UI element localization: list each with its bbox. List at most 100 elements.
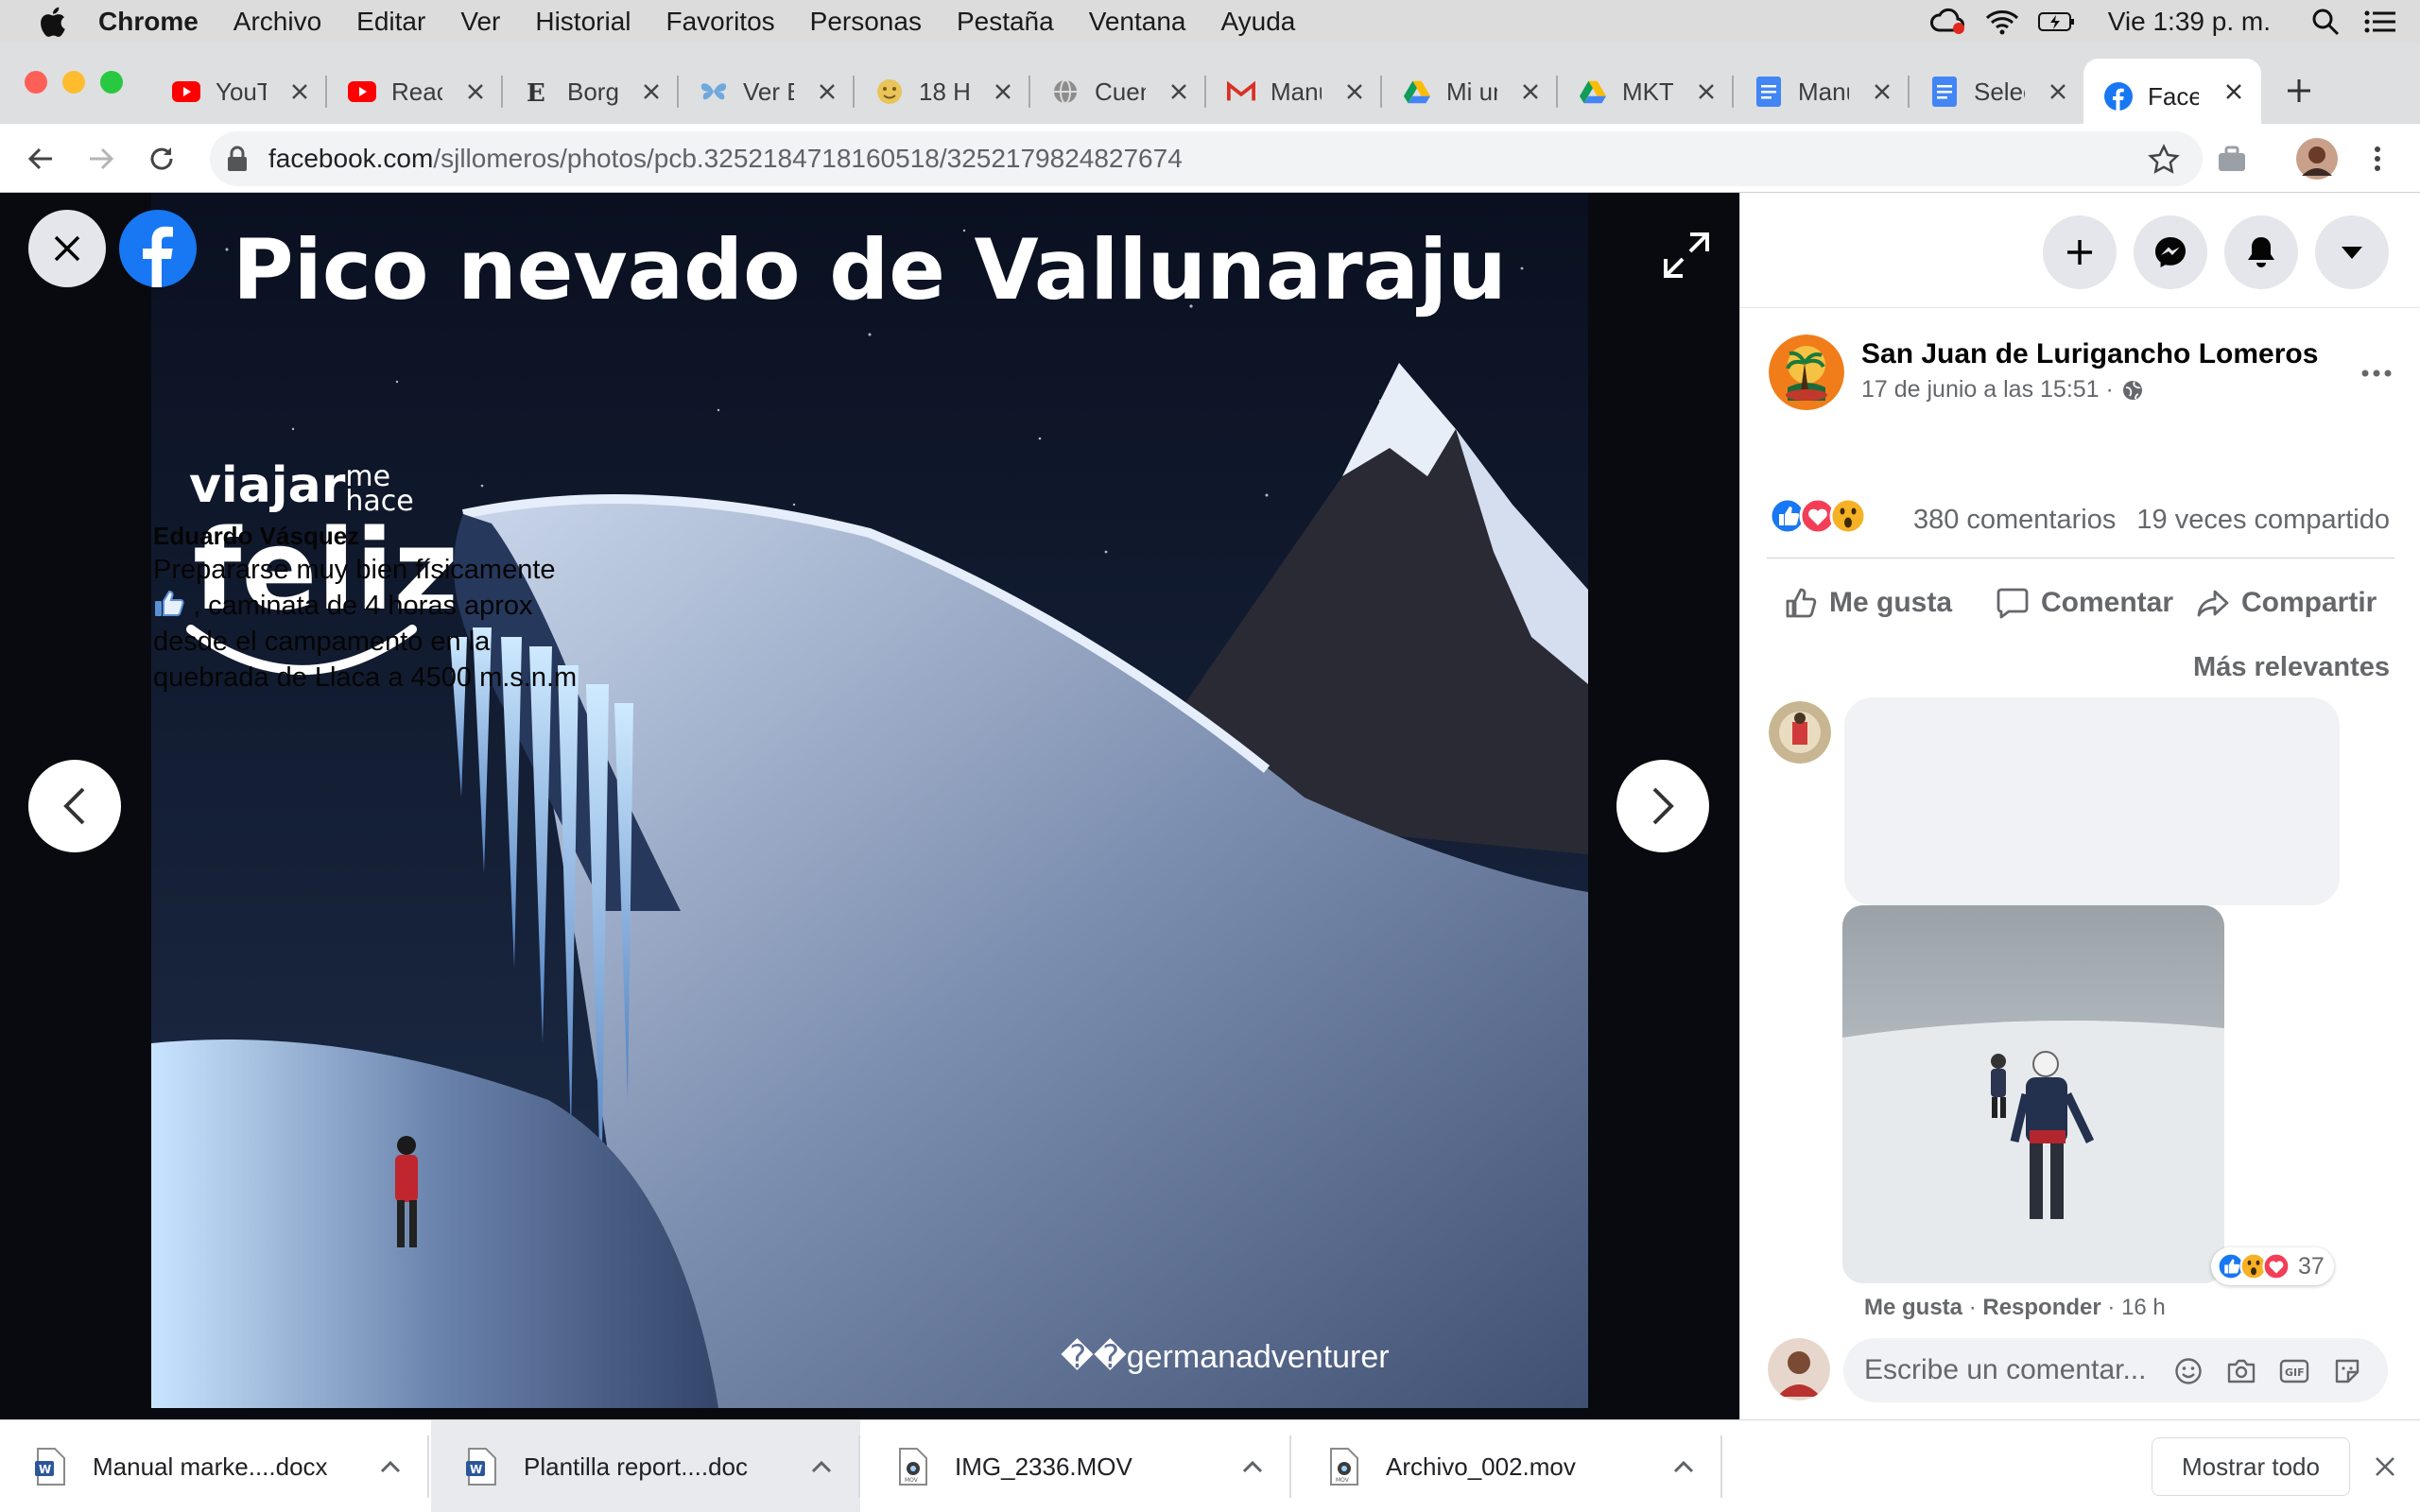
- menu-historial[interactable]: Historial: [535, 7, 631, 37]
- tab-close-icon[interactable]: [1516, 77, 1545, 106]
- tab-close-icon[interactable]: [989, 77, 1017, 106]
- menu-archivo[interactable]: Archivo: [233, 7, 321, 37]
- download-item[interactable]: W Plantilla report....doc: [431, 1420, 860, 1512]
- tab-gmail[interactable]: Manu: [1206, 59, 1382, 125]
- commenter-name-link[interactable]: Eduardo Vásquez: [153, 522, 359, 551]
- chevron-up-icon[interactable]: [1238, 1452, 1267, 1481]
- close-viewer-button[interactable]: [28, 210, 106, 287]
- menu-clock[interactable]: Vie 1:39 p. m.: [2108, 7, 2271, 37]
- bookmark-star-icon[interactable]: [2148, 144, 2180, 176]
- post-options-icon[interactable]: [2353, 350, 2400, 397]
- tab-cuen[interactable]: Cuen: [1030, 59, 1206, 125]
- wifi-icon[interactable]: [1983, 3, 2021, 41]
- menu-ventana[interactable]: Ventana: [1089, 7, 1186, 37]
- back-button[interactable]: [17, 135, 64, 182]
- tab-close-icon[interactable]: [813, 77, 841, 106]
- next-photo-button[interactable]: [1616, 760, 1709, 852]
- tab-18-hi[interactable]: 18 Hi: [855, 59, 1030, 125]
- facebook-logo-icon[interactable]: [119, 210, 197, 287]
- download-item[interactable]: W Manual marke....docx: [0, 1420, 429, 1512]
- tab-selec-docs[interactable]: Selec: [1910, 59, 2085, 125]
- comment-reply-link[interactable]: Responder: [1982, 1295, 2100, 1320]
- tab-facebook-active[interactable]: Face: [2083, 59, 2261, 134]
- create-button[interactable]: [2043, 215, 2117, 289]
- tab-close-icon[interactable]: [1340, 77, 1369, 106]
- comment-button[interactable]: Comentar: [1994, 575, 2173, 631]
- camera-icon[interactable]: [2225, 1355, 2257, 1387]
- tab-close-icon[interactable]: [1692, 77, 1720, 106]
- tab-mi-unidad[interactable]: Mi un: [1382, 59, 1558, 125]
- window-minimize-button[interactable]: [62, 71, 85, 94]
- apple-logo-icon[interactable]: [38, 5, 66, 39]
- close-shelf-icon[interactable]: [2367, 1449, 2403, 1485]
- share-button[interactable]: Compartir: [2194, 575, 2377, 631]
- commenter-avatar[interactable]: [1769, 701, 1831, 764]
- notification-center-icon[interactable]: [2361, 3, 2399, 41]
- creative-cloud-icon[interactable]: [1928, 3, 1966, 41]
- comments-count-link[interactable]: 380 comentarios: [1913, 505, 2116, 535]
- lock-icon[interactable]: [223, 145, 251, 173]
- window-close-button[interactable]: [25, 71, 47, 94]
- chrome-menu-icon[interactable]: [2354, 135, 2401, 182]
- shares-count-link[interactable]: 19 veces compartido: [2136, 505, 2390, 535]
- page-avatar[interactable]: [1769, 335, 1844, 410]
- reaction-summary[interactable]: [1769, 497, 1867, 535]
- tab-youtube[interactable]: YouTube: [151, 59, 327, 125]
- chevron-up-icon[interactable]: [807, 1452, 836, 1481]
- tab-ver-b[interactable]: Ver B: [679, 59, 855, 125]
- account-menu-chevron-icon[interactable]: [2315, 215, 2389, 289]
- comment-attached-photo[interactable]: [1842, 905, 2224, 1283]
- like-button[interactable]: Me gusta: [1782, 575, 1952, 631]
- forward-button[interactable]: [78, 135, 125, 182]
- tab-close-icon[interactable]: [1165, 77, 1193, 106]
- page-name-link[interactable]: San Juan de Lurigancho Lomeros: [1861, 338, 2318, 370]
- tab-borges[interactable]: E Borges: [503, 59, 679, 125]
- battery-icon[interactable]: [2037, 3, 2076, 41]
- menu-editar[interactable]: Editar: [356, 7, 425, 37]
- tab-close-icon[interactable]: [2044, 77, 2072, 106]
- menu-ayuda[interactable]: Ayuda: [1220, 7, 1295, 37]
- post-photo[interactable]: Pico nevado de Vallunaraju viajarme hace…: [151, 193, 1588, 1408]
- new-tab-button[interactable]: [2278, 70, 2320, 112]
- tab-close-icon[interactable]: [637, 77, 666, 106]
- profile-avatar[interactable]: [2293, 135, 2341, 182]
- fullscreen-icon[interactable]: [1658, 227, 1715, 284]
- notifications-bell-icon[interactable]: [2224, 215, 2298, 289]
- post-timestamp[interactable]: 17 de junio a las 15:51 ·: [1861, 376, 2144, 404]
- comment-time[interactable]: 16 h: [2121, 1295, 2166, 1320]
- menu-personas[interactable]: Personas: [810, 7, 922, 37]
- tab-close-icon[interactable]: [461, 77, 490, 106]
- messenger-icon[interactable]: [2134, 215, 2207, 289]
- previous-photo-button[interactable]: [28, 760, 121, 852]
- sticker-icon[interactable]: [2331, 1355, 2363, 1387]
- download-item[interactable]: MOV Archivo_002.mov: [1293, 1420, 1722, 1512]
- spotlight-search-icon[interactable]: [2307, 3, 2344, 41]
- tab-manual-docs[interactable]: Manu: [1734, 59, 1910, 125]
- tab-close-icon[interactable]: [2220, 77, 2248, 106]
- chevron-up-icon[interactable]: [376, 1452, 405, 1481]
- menu-app-name[interactable]: Chrome: [98, 7, 199, 37]
- menu-pestana[interactable]: Pestaña: [957, 7, 1054, 37]
- comment-composer[interactable]: GIF: [1843, 1338, 2388, 1402]
- menu-favoritos[interactable]: Favoritos: [666, 7, 775, 37]
- tab-close-icon[interactable]: [1868, 77, 1896, 106]
- comment-sort-dropdown[interactable]: Más relevantes: [2193, 652, 2390, 683]
- reload-button[interactable]: [138, 135, 185, 182]
- extension-icon[interactable]: [2208, 135, 2256, 182]
- tab-react[interactable]: React: [327, 59, 503, 125]
- show-all-downloads-button[interactable]: Mostrar todo: [2152, 1437, 2350, 1496]
- window-zoom-button[interactable]: [100, 71, 123, 94]
- chevron-up-icon[interactable]: [1669, 1452, 1698, 1481]
- gif-icon[interactable]: GIF: [2278, 1355, 2310, 1387]
- menu-ver[interactable]: Ver: [460, 7, 500, 37]
- tab-mkt[interactable]: MKT: [1558, 59, 1734, 125]
- download-item[interactable]: MOV IMG_2336.MOV: [862, 1420, 1291, 1512]
- address-bar[interactable]: facebook.com /sjllomeros/photos/pcb.3252…: [210, 131, 2203, 186]
- comment-input[interactable]: [1864, 1349, 2167, 1391]
- current-user-avatar[interactable]: [1768, 1338, 1830, 1400]
- comment-reactions[interactable]: 37: [2211, 1247, 2334, 1285]
- tab-close-icon[interactable]: [285, 77, 314, 106]
- e-letter-icon: E: [524, 77, 552, 106]
- comment-like-link[interactable]: Me gusta: [1864, 1295, 1962, 1320]
- emoji-picker-icon[interactable]: [2172, 1355, 2204, 1387]
